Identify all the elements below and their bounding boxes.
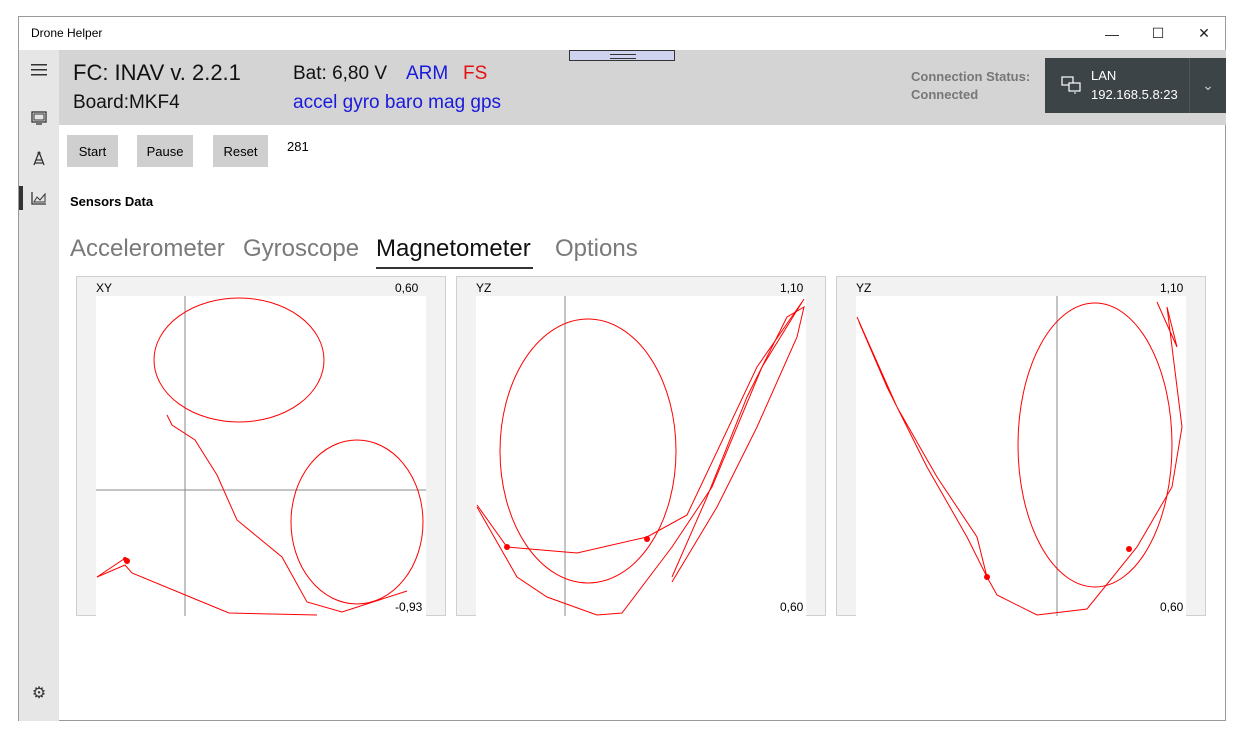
- battery-voltage: Bat: 6,80 V: [293, 63, 388, 84]
- sensor-list: accel gyro baro mag gps: [293, 92, 502, 113]
- section-title: Sensors Data: [70, 194, 154, 209]
- status-header: FC: INAV v. 2.2.1 Board:MKF4 Bat: 6,80 V…: [59, 50, 1226, 125]
- chart-yz-1: YZ 1,10 0,60: [456, 276, 826, 616]
- tower-icon[interactable]: [19, 142, 59, 174]
- chart-xy-bottom: -0,93: [395, 600, 423, 614]
- chart-yz-2-axis: YZ: [856, 281, 872, 295]
- network-icon: [1061, 76, 1081, 94]
- trace-path-2: [476, 298, 805, 616]
- connection-status-label: Connection Status:: [911, 69, 1031, 84]
- trace-path-2: [986, 301, 1183, 616]
- chart-xy: XY 0,60 -0,93: [76, 276, 446, 616]
- chevron-down-icon[interactable]: ⌄: [1189, 58, 1226, 113]
- trace-path-1: [476, 301, 803, 554]
- drag-handle[interactable]: [569, 50, 675, 61]
- trace-loop-1: [499, 318, 677, 584]
- chart-yz-1-top: 1,10: [780, 281, 804, 295]
- tab-options[interactable]: Options: [555, 235, 638, 263]
- trace-path-2: [96, 564, 318, 616]
- trace-loop-2: [290, 439, 424, 605]
- start-button[interactable]: Start: [67, 135, 118, 167]
- trace-loop-1: [1017, 302, 1173, 588]
- chart-yz-2-top: 1,10: [1160, 281, 1184, 295]
- gear-icon[interactable]: ⚙: [19, 677, 59, 709]
- connection-button[interactable]: LAN 192.168.5.8:23: [1045, 58, 1189, 113]
- minimize-button[interactable]: —: [1089, 17, 1135, 50]
- tab-gyroscope[interactable]: Gyroscope: [243, 235, 359, 263]
- monitor-icon[interactable]: [19, 102, 59, 134]
- failsafe-status: FS: [463, 63, 488, 84]
- chart-yz-2-svg: [856, 296, 1183, 616]
- trace-path-1: [856, 316, 988, 578]
- connection-type: LAN: [1091, 68, 1117, 83]
- active-tab-underline: [376, 267, 533, 269]
- fc-version: FC: INAV v. 2.2.1: [73, 60, 241, 85]
- connection-address: 192.168.5.8:23: [1091, 87, 1178, 102]
- connection-status: Connection Status: Connected: [911, 68, 1030, 104]
- pause-button[interactable]: Pause: [137, 135, 193, 167]
- reset-button[interactable]: Reset: [213, 135, 268, 167]
- chart-icon[interactable]: [19, 182, 59, 214]
- chart-yz-1-bottom: 0,60: [780, 600, 804, 614]
- tab-accelerometer[interactable]: Accelerometer: [70, 235, 225, 263]
- trace-path-3: [671, 305, 805, 583]
- left-navigation: ⚙: [19, 50, 59, 721]
- window-title: Drone Helper: [31, 26, 103, 40]
- hamburger-icon[interactable]: [19, 54, 59, 86]
- maximize-button[interactable]: ☐: [1135, 17, 1181, 50]
- chart-xy-axis: XY: [96, 281, 113, 295]
- chart-yz-1-axis: YZ: [476, 281, 492, 295]
- chart-yz-1-svg: [476, 296, 805, 616]
- trace-loop-1: [153, 297, 325, 423]
- arm-status: ARM: [406, 63, 449, 84]
- chart-yz-2-bottom: 0,60: [1160, 600, 1184, 614]
- chart-xy-svg: [96, 296, 426, 616]
- trace-path-1: [166, 414, 408, 613]
- connection-status-value: Connected: [911, 87, 979, 102]
- app-window: Drone Helper — ☐ ✕ ⚙ FC: INAV v. 2.2.1 B…: [18, 16, 1226, 721]
- tab-magnetometer[interactable]: Magnetometer: [376, 235, 531, 263]
- title-bar: Drone Helper — ☐ ✕: [19, 17, 1225, 50]
- close-button[interactable]: ✕: [1181, 17, 1227, 50]
- chart-yz-2: YZ 1,10 0,60: [836, 276, 1206, 616]
- board-name: Board:MKF4: [73, 92, 180, 113]
- chart-xy-top: 0,60: [395, 281, 419, 295]
- sample-counter: 281: [287, 139, 309, 154]
